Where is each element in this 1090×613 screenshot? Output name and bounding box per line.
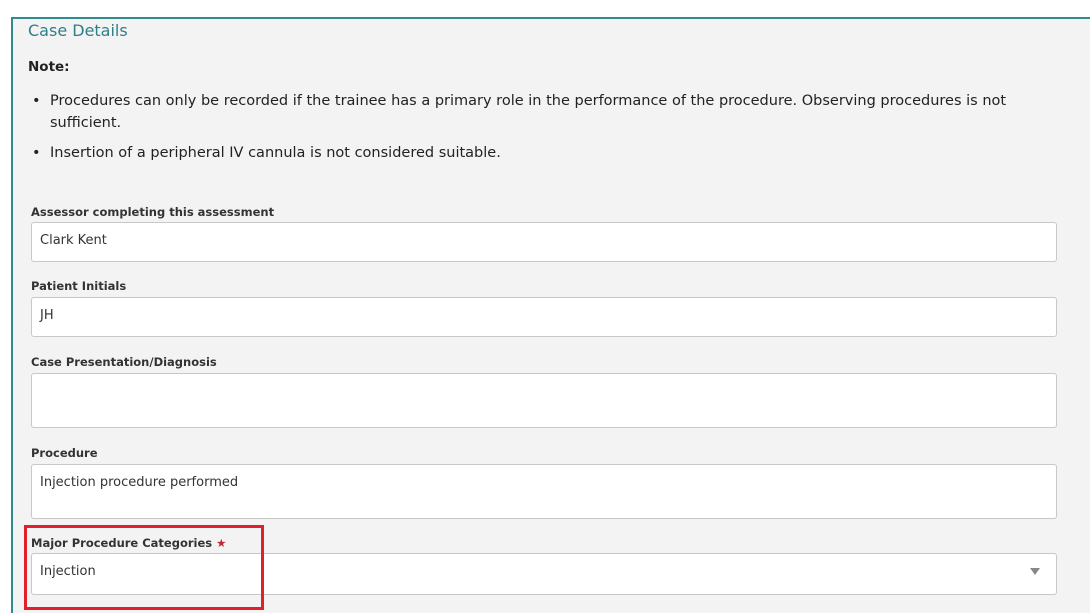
procedure-label: Procedure [31, 446, 98, 460]
list-item: • Procedures can only be recorded if the… [28, 90, 1038, 134]
major-procedure-categories-label: Major Procedure Categories ★ [31, 536, 226, 550]
page: Case Details Note: • Procedures can only… [0, 0, 1090, 613]
patient-initials-field[interactable]: JH [31, 297, 1057, 337]
list-item: • Insertion of a peripheral IV cannula i… [28, 142, 1038, 164]
note-text: Procedures can only be recorded if the t… [50, 93, 1007, 131]
section-title: Case Details [28, 21, 128, 40]
bullet-icon: • [32, 145, 41, 161]
assessor-value: Clark Kent [40, 233, 107, 248]
chevron-down-icon[interactable] [1030, 568, 1040, 575]
case-presentation-field[interactable] [31, 373, 1057, 428]
patient-initials-label: Patient Initials [31, 279, 127, 293]
assessor-field[interactable]: Clark Kent [31, 222, 1057, 262]
bullet-icon: • [32, 93, 41, 109]
star-icon: ★ [216, 536, 227, 550]
major-procedure-categories-select[interactable]: Injection [31, 553, 1057, 595]
note-list: • Procedures can only be recorded if the… [28, 90, 1038, 164]
note-label: Note: [28, 59, 70, 75]
assessor-label: Assessor completing this assessment [31, 205, 275, 219]
procedure-value: Injection procedure performed [40, 475, 239, 490]
case-presentation-label: Case Presentation/Diagnosis [31, 355, 217, 369]
patient-initials-value: JH [40, 308, 54, 323]
major-procedure-categories-value: Injection [40, 564, 96, 579]
major-procedure-categories-label-text: Major Procedure Categories [31, 536, 213, 550]
procedure-field[interactable]: Injection procedure performed [31, 464, 1057, 519]
note-text: Insertion of a peripheral IV cannula is … [50, 145, 501, 161]
